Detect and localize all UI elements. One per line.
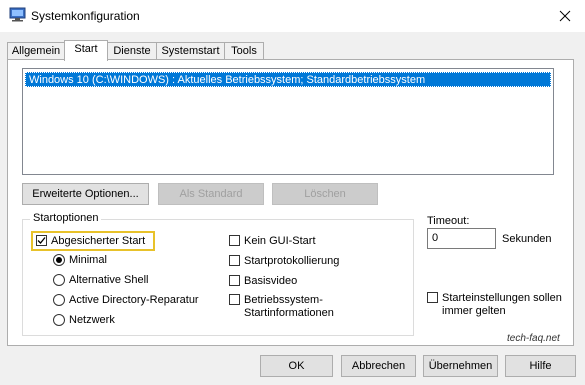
title-bar: Systemkonfiguration xyxy=(0,0,585,32)
checkbox-box xyxy=(427,292,438,303)
tab-startup[interactable]: Systemstart xyxy=(156,42,225,60)
timeout-input[interactable]: 0 xyxy=(427,228,496,249)
checkbox-box xyxy=(229,255,240,266)
os-boot-info-checkbox[interactable]: Betriebssystem- xyxy=(229,294,323,306)
checkbox-box xyxy=(229,235,240,246)
window-title: Systemkonfiguration xyxy=(31,9,140,23)
apply-button[interactable]: Übernehmen xyxy=(423,355,498,377)
radio-alternative-shell[interactable]: Alternative Shell xyxy=(53,274,149,286)
os-boot-info-label-line2: Startinformationen xyxy=(244,307,334,319)
tab-general[interactable]: Allgemein xyxy=(7,42,65,60)
os-list[interactable]: Windows 10 (C:\WINDOWS) : Aktuelles Betr… xyxy=(22,68,554,175)
radio-ad-repair[interactable]: Active Directory-Reparatur xyxy=(53,294,199,306)
radio-button xyxy=(53,314,65,326)
radio-network[interactable]: Netzwerk xyxy=(53,314,115,326)
boot-log-checkbox[interactable]: Startprotokollierung xyxy=(229,255,339,267)
timeout-unit: Sekunden xyxy=(502,233,552,245)
base-video-checkbox[interactable]: Basisvideo xyxy=(229,275,297,287)
checkbox-box xyxy=(229,294,240,305)
checkbox-box xyxy=(229,275,240,286)
cancel-button[interactable]: Abbrechen xyxy=(341,355,416,377)
watermark: tech-faq.net xyxy=(507,333,560,344)
permanent-settings-checkbox[interactable]: Starteinstellungen sollen xyxy=(427,292,562,304)
close-icon xyxy=(559,10,571,22)
checkbox-box xyxy=(36,235,47,246)
close-button[interactable] xyxy=(545,0,585,32)
set-default-button[interactable]: Als Standard xyxy=(158,183,264,205)
tab-tools[interactable]: Tools xyxy=(224,42,264,60)
tab-boot[interactable]: Start xyxy=(64,40,108,61)
system-config-app-icon xyxy=(9,7,26,22)
radio-button xyxy=(53,254,65,266)
check-icon xyxy=(37,237,46,244)
radio-minimal[interactable]: Minimal xyxy=(53,254,107,266)
boot-options-label: Startoptionen xyxy=(30,212,102,224)
safe-boot-checkbox[interactable]: Abgesicherter Start xyxy=(36,235,145,247)
os-list-item[interactable]: Windows 10 (C:\WINDOWS) : Aktuelles Betr… xyxy=(25,72,551,87)
help-button[interactable]: Hilfe xyxy=(505,355,576,377)
permanent-settings-label-line2: immer gelten xyxy=(442,305,506,317)
advanced-options-button[interactable]: Erweiterte Optionen... xyxy=(22,183,149,205)
tab-services[interactable]: Dienste xyxy=(107,42,157,60)
timeout-label: Timeout: xyxy=(427,215,470,227)
radio-button xyxy=(53,294,65,306)
ok-button[interactable]: OK xyxy=(260,355,333,377)
delete-button[interactable]: Löschen xyxy=(272,183,378,205)
radio-button xyxy=(53,274,65,286)
no-gui-boot-checkbox[interactable]: Kein GUI-Start xyxy=(229,235,316,247)
